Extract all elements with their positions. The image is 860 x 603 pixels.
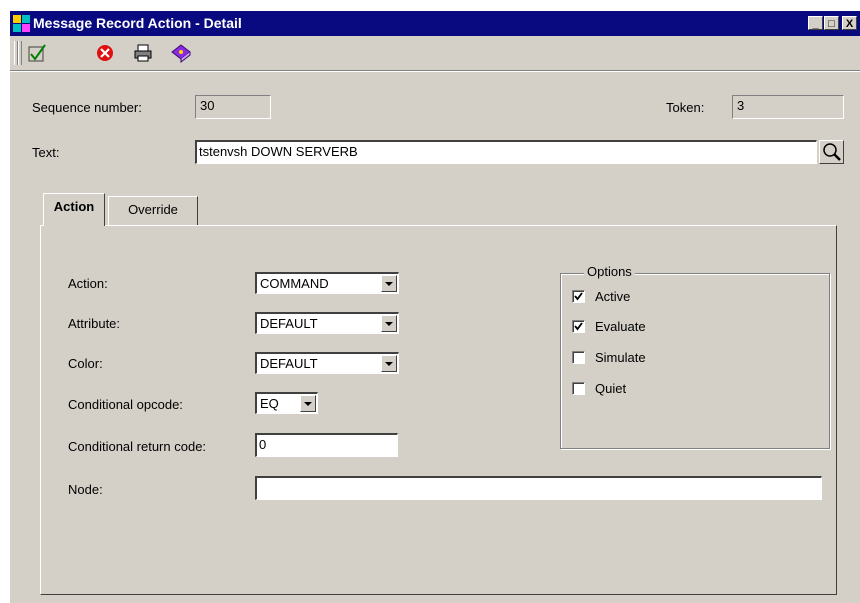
tab-override[interactable]: Override bbox=[108, 196, 198, 226]
node-input[interactable] bbox=[255, 476, 822, 500]
magnifier-icon bbox=[823, 143, 841, 161]
token-field: 3 bbox=[732, 95, 844, 119]
sequence-number-label: Sequence number: bbox=[32, 100, 142, 115]
chevron-down-icon[interactable] bbox=[381, 355, 397, 372]
action-dropdown[interactable]: COMMAND bbox=[255, 272, 399, 294]
active-label[interactable]: Active bbox=[595, 289, 630, 304]
text-input[interactable]: tstenvsh DOWN SERVERB bbox=[195, 140, 817, 164]
minimize-button[interactable]: _ bbox=[808, 16, 823, 30]
detail-window: Message Record Action - Detail _ □ X Seq… bbox=[10, 11, 860, 603]
chevron-down-icon[interactable] bbox=[381, 315, 397, 332]
active-checkbox[interactable] bbox=[572, 290, 585, 303]
toolbar bbox=[10, 36, 860, 70]
checkmark-icon bbox=[574, 292, 583, 301]
conditional-return-code-label: Conditional return code: bbox=[68, 439, 207, 454]
evaluate-checkbox[interactable] bbox=[572, 320, 585, 333]
toolbar-grip[interactable] bbox=[18, 41, 22, 65]
maximize-button[interactable]: □ bbox=[824, 16, 839, 30]
title-bar[interactable]: Message Record Action - Detail _ □ X bbox=[10, 11, 860, 36]
conditional-opcode-dropdown[interactable]: EQ bbox=[255, 392, 318, 414]
color-dropdown[interactable]: DEFAULT bbox=[255, 352, 399, 374]
conditional-opcode-label: Conditional opcode: bbox=[68, 397, 183, 412]
conditional-opcode-value: EQ bbox=[260, 396, 279, 411]
evaluate-label[interactable]: Evaluate bbox=[595, 319, 646, 334]
sequence-number-field: 30 bbox=[195, 95, 271, 119]
window-title: Message Record Action - Detail bbox=[33, 15, 242, 31]
token-label: Token: bbox=[666, 100, 705, 115]
quiet-label[interactable]: Quiet bbox=[595, 381, 626, 396]
print-icon[interactable] bbox=[132, 42, 154, 64]
app-icon[interactable] bbox=[13, 15, 30, 32]
cancel-icon[interactable] bbox=[94, 42, 116, 64]
simulate-checkbox[interactable] bbox=[572, 351, 585, 364]
chevron-down-icon[interactable] bbox=[300, 395, 316, 412]
color-value: DEFAULT bbox=[260, 356, 318, 371]
book-icon[interactable] bbox=[170, 42, 192, 64]
text-label: Text: bbox=[32, 145, 60, 160]
simulate-label[interactable]: Simulate bbox=[595, 350, 646, 365]
options-title: Options bbox=[584, 264, 635, 279]
attribute-value: DEFAULT bbox=[260, 316, 318, 331]
checkmark-icon bbox=[574, 322, 583, 331]
color-label: Color: bbox=[68, 356, 103, 371]
quiet-checkbox[interactable] bbox=[572, 382, 585, 395]
chevron-down-icon[interactable] bbox=[381, 275, 397, 292]
conditional-return-code-input[interactable]: 0 bbox=[255, 433, 398, 457]
tab-action[interactable]: Action bbox=[43, 193, 105, 226]
attribute-dropdown[interactable]: DEFAULT bbox=[255, 312, 399, 334]
lookup-button[interactable] bbox=[819, 140, 844, 164]
action-label: Action: bbox=[68, 276, 108, 291]
action-value: COMMAND bbox=[260, 276, 329, 291]
checkmark-icon[interactable] bbox=[26, 42, 48, 64]
toolbar-separator bbox=[10, 70, 860, 72]
node-label: Node: bbox=[68, 482, 103, 497]
close-button[interactable]: X bbox=[842, 16, 857, 30]
attribute-label: Attribute: bbox=[68, 316, 121, 331]
